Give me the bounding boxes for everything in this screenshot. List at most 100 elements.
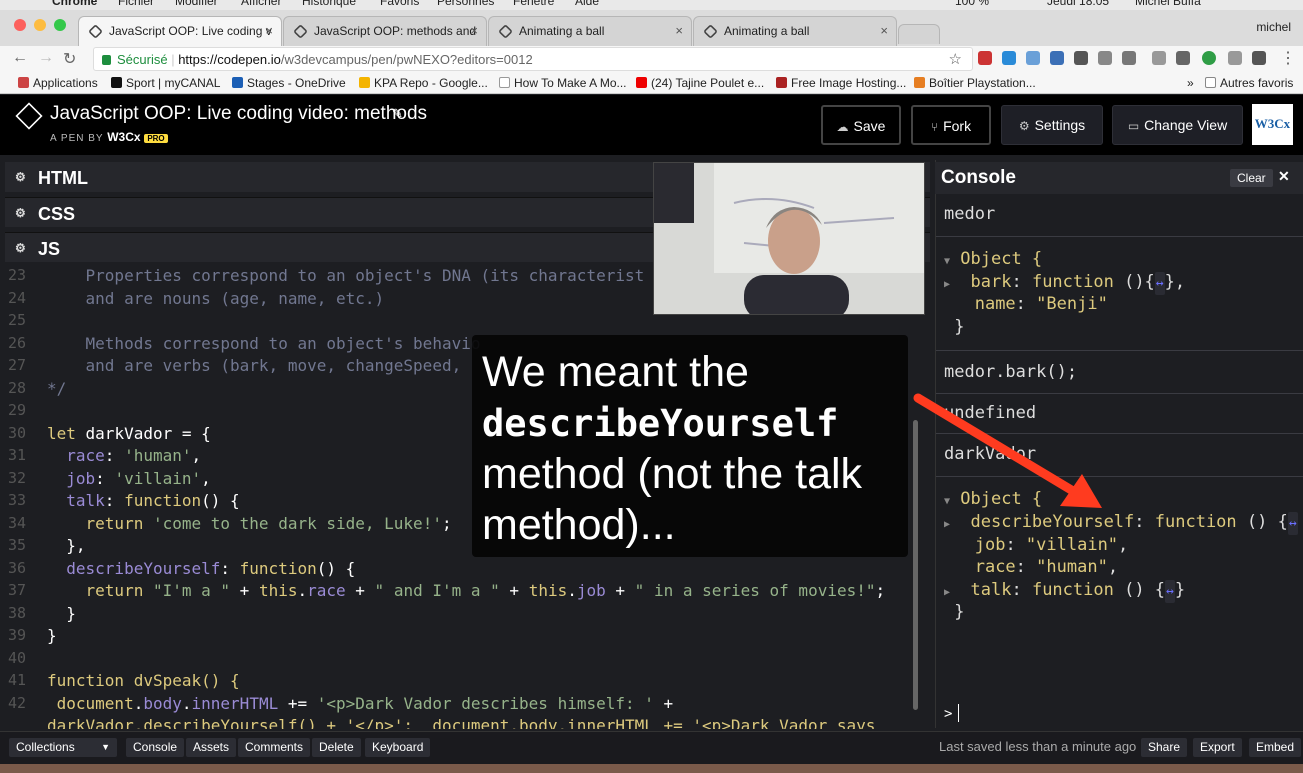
bookmark-label: Applications [33, 76, 98, 90]
ellipsis-icon[interactable]: ↔ [1154, 272, 1165, 295]
browser-profile-name[interactable]: michel [1256, 20, 1291, 34]
os-menu-fenetre[interactable]: Fenêtre [513, 0, 554, 8]
extension-icon[interactable] [1074, 51, 1088, 65]
address-bar[interactable]: Sécurisé | https://codepen.io/w3devcampu… [93, 47, 973, 71]
save-label: Save [853, 118, 886, 134]
browser-toolbar: ← → ↻ Sécurisé | https://codepen.io/w3de… [0, 46, 1303, 72]
browser-tab-4[interactable]: Animating a ball × [693, 16, 897, 46]
delete-button[interactable]: Delete [312, 738, 361, 757]
ellipsis-icon[interactable]: ↔ [1287, 512, 1298, 535]
back-arrow-icon[interactable]: ← [12, 49, 28, 67]
expand-arrow-icon[interactable]: ▶ [944, 587, 950, 598]
console-object-header[interactable]: ▼ Object { [944, 248, 1042, 273]
code-line[interactable]: darkVador.describeYourself() + '</p>'; d… [0, 714, 910, 729]
keyboard-button[interactable]: Keyboard [365, 738, 431, 757]
os-menu-afficher[interactable]: Afficher [241, 0, 281, 8]
edit-pencil-icon[interactable]: ✎ [392, 106, 403, 122]
os-menu-modifier[interactable]: Modifier [175, 0, 218, 8]
extension-icon[interactable] [1152, 51, 1166, 65]
bookmarks-overflow-button[interactable]: » [1187, 76, 1194, 90]
ellipsis-icon[interactable]: ↔ [1165, 580, 1175, 603]
bookmark-item[interactable]: Free Image Hosting... [776, 76, 906, 90]
folder-icon [1205, 77, 1216, 88]
tab-close-icon[interactable]: × [880, 23, 888, 38]
string-token: "I'm a " [152, 581, 231, 600]
gear-icon[interactable]: ⚙ [15, 206, 26, 220]
console-object-close: } [944, 316, 964, 339]
window-minimize-button[interactable] [34, 19, 46, 31]
browser-tab-1[interactable]: JavaScript OOP: Live coding v × [78, 16, 282, 46]
console-object-property[interactable]: ▶ talk: function () {↔} [944, 579, 1185, 604]
os-menu-favoris[interactable]: Favoris [380, 0, 419, 8]
console-toggle-button[interactable]: Console [126, 738, 185, 757]
other-bookmarks[interactable]: Autres favoris [1205, 76, 1293, 90]
console-clear-button[interactable]: Clear [1230, 169, 1273, 187]
expand-arrow-icon[interactable]: ▶ [944, 279, 950, 290]
browser-tab-3[interactable]: Animating a ball × [488, 16, 692, 46]
extension-icon[interactable] [1050, 51, 1064, 65]
expand-arrow-icon[interactable]: ▶ [944, 519, 950, 530]
gear-icon[interactable]: ⚙ [15, 170, 26, 184]
bookmark-item[interactable]: (24) Tajine Poulet e... [636, 76, 764, 90]
bookmark-item[interactable]: How To Make A Mo... [499, 76, 627, 90]
tab-close-icon[interactable]: × [265, 23, 273, 38]
function-name-token: dvSpeak() { [124, 671, 240, 690]
extension-icon[interactable] [1252, 51, 1266, 65]
change-view-button[interactable]: ▭ Change View [1112, 105, 1243, 145]
extension-icon[interactable] [1002, 51, 1016, 65]
video-caption-overlay: We meant the describeYourself method (no… [472, 335, 908, 557]
bookmark-star-icon[interactable]: ☆ [949, 50, 962, 68]
os-menu-aide[interactable]: Aide [575, 0, 599, 8]
code-text: Methods correspond to an object's behavi… [47, 334, 481, 353]
comments-button[interactable]: Comments [238, 738, 311, 757]
bookmark-item[interactable]: KPA Repo - Google... [359, 76, 488, 90]
window-zoom-button[interactable] [54, 19, 66, 31]
tab-close-icon[interactable]: × [675, 23, 683, 38]
save-button[interactable]: ☁ Save [821, 105, 901, 145]
extension-icon[interactable] [978, 51, 992, 65]
os-menu-fichier[interactable]: Fichier [118, 0, 154, 8]
extension-icon[interactable] [1026, 51, 1040, 65]
reload-icon[interactable]: ↻ [63, 49, 76, 69]
cast-icon[interactable] [1176, 51, 1190, 65]
browser-tab-label: JavaScript OOP: Live coding v [109, 24, 272, 38]
console-input[interactable] [958, 704, 959, 722]
extension-icon[interactable] [1098, 51, 1112, 65]
collapse-arrow-icon[interactable]: ▼ [944, 256, 950, 267]
property-token: race [47, 446, 105, 465]
embed-button[interactable]: Embed [1249, 738, 1302, 757]
image-icon [776, 77, 787, 88]
assets-button[interactable]: Assets [186, 738, 237, 757]
bookmark-label: (24) Tajine Poulet e... [651, 76, 765, 90]
extension-icon[interactable] [1228, 51, 1242, 65]
forward-arrow-icon[interactable]: → [38, 49, 54, 67]
console-key: race [974, 557, 1016, 577]
extension-icon[interactable] [1122, 51, 1136, 65]
fork-button[interactable]: ⑂ Fork [911, 105, 991, 145]
os-menu-personnes[interactable]: Personnes [437, 0, 494, 8]
tab-close-icon[interactable]: × [470, 23, 478, 38]
pen-author-line: A PEN BY W3Cx PRO [50, 130, 168, 144]
share-button[interactable]: Share [1141, 738, 1188, 757]
os-menu-historique[interactable]: Historique [302, 0, 356, 8]
export-button[interactable]: Export [1193, 738, 1242, 757]
console-close-icon[interactable]: ✕ [1278, 168, 1290, 185]
pen-by-label: A PEN BY [50, 133, 104, 144]
keyword-token: let [47, 424, 76, 443]
os-menu-chrome[interactable]: Chrome [52, 0, 97, 8]
bookmark-item[interactable]: Applications [18, 76, 98, 90]
pen-author[interactable]: W3Cx [107, 130, 140, 144]
bookmark-item[interactable]: Boîtier Playstation... [914, 76, 1036, 90]
user-avatar[interactable]: W3Cx [1252, 104, 1293, 145]
gear-icon[interactable]: ⚙ [15, 241, 26, 255]
collections-dropdown[interactable]: Collections ▼ [9, 738, 117, 757]
bookmark-item[interactable]: Sport | myCANAL [111, 76, 220, 90]
bookmark-item[interactable]: Stages - OneDrive [232, 76, 346, 90]
window-close-button[interactable] [14, 19, 26, 31]
extension-icon[interactable] [1202, 51, 1216, 65]
browser-tab-2[interactable]: JavaScript OOP: methods and × [283, 16, 487, 46]
pen-title[interactable]: JavaScript OOP: Live coding video: metho… [50, 103, 427, 125]
new-tab-button[interactable] [898, 24, 940, 44]
browser-menu-icon[interactable]: ⋮ [1280, 48, 1296, 68]
settings-button[interactable]: ⚙ Settings [1001, 105, 1103, 145]
